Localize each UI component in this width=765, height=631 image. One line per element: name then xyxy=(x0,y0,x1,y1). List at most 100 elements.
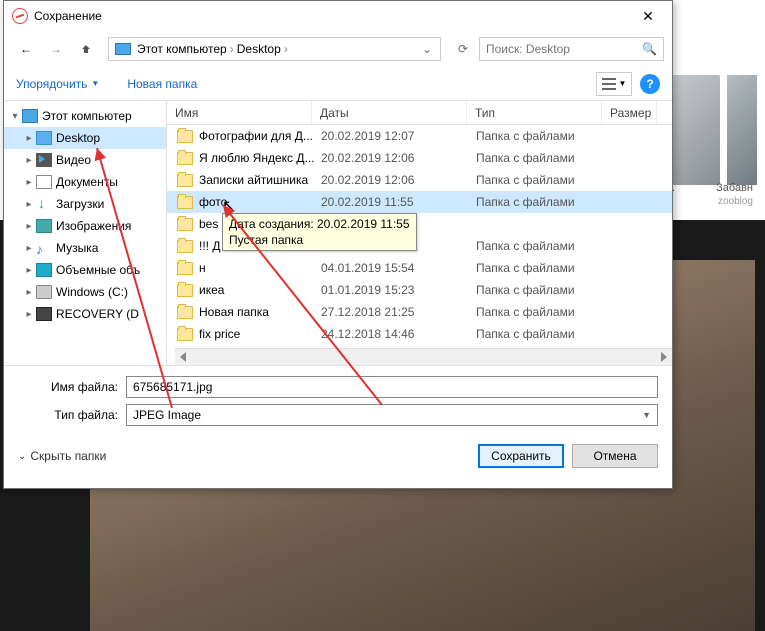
folder-icon xyxy=(177,130,193,143)
folder-icon xyxy=(177,328,193,341)
tree-label: Windows (C:) xyxy=(56,285,128,299)
hide-folders-toggle[interactable]: ⌄Скрыть папки xyxy=(18,449,106,463)
nav-forward-button[interactable]: → xyxy=(42,35,70,63)
file-row[interactable]: Фотографии для Д...20.02.2019 12:07Папка… xyxy=(167,125,672,147)
tree-item[interactable]: ▸ Desktop xyxy=(4,127,166,149)
cancel-button[interactable]: Отмена xyxy=(572,444,658,468)
img-icon xyxy=(36,219,52,233)
tree-item[interactable]: ▸Объемные объ xyxy=(4,259,166,281)
tree-item[interactable]: ▸ Windows (C:) xyxy=(4,281,166,303)
help-button[interactable]: ? xyxy=(640,74,660,94)
file-date: 01.01.2019 15:23 xyxy=(321,283,476,297)
file-date: 24.12.2018 14:46 xyxy=(321,327,476,341)
tree-item[interactable]: ▸RECOVERY (D xyxy=(4,303,166,325)
expand-icon[interactable]: ▸ xyxy=(22,287,36,298)
breadcrumb-item[interactable]: Desktop xyxy=(237,42,281,56)
file-date: 27.12.2018 21:25 xyxy=(321,305,476,319)
file-row[interactable]: fix price24.12.2018 14:46Папка с файлами xyxy=(167,323,672,345)
col-size[interactable]: Размер xyxy=(602,101,657,124)
expand-icon[interactable]: ▾ xyxy=(8,111,22,122)
new-folder-button[interactable]: Новая папка xyxy=(127,77,197,91)
chevron-down-icon: ⌄ xyxy=(18,451,26,462)
tree-item[interactable]: ▸ Документы xyxy=(4,171,166,193)
tree-item[interactable]: ▸Видео xyxy=(4,149,166,171)
desktop-icon xyxy=(36,131,52,145)
save-button[interactable]: Сохранить xyxy=(478,444,564,468)
file-row[interactable]: н04.01.2019 15:54Папка с файлами xyxy=(167,257,672,279)
folder-icon xyxy=(177,196,193,209)
file-date: 20.02.2019 12:06 xyxy=(321,173,476,187)
breadcrumb-item[interactable]: Этот компьютер xyxy=(137,42,227,56)
down-icon xyxy=(36,197,52,211)
nav-back-button[interactable]: ← xyxy=(12,35,40,63)
chevron-down-icon: ▼ xyxy=(91,79,99,88)
expand-icon[interactable]: ▸ xyxy=(22,309,36,320)
tree-label: Desktop xyxy=(56,131,100,145)
file-row[interactable]: Новая папка27.12.2018 21:25Папка с файла… xyxy=(167,301,672,323)
file-name: fix price xyxy=(199,327,321,341)
pc-icon xyxy=(115,43,131,55)
column-headers: Имя Даты Тип Размер xyxy=(167,101,672,125)
nav-row: ← → Этот компьютер › Desktop › ⌄ ⟳ 🔍 xyxy=(4,31,672,67)
bg-caption: Забавн xyxy=(716,182,753,194)
chevron-right-icon: › xyxy=(230,42,234,56)
search-input[interactable] xyxy=(486,42,642,56)
filename-input[interactable] xyxy=(126,376,658,398)
window-title: Сохранение xyxy=(34,9,628,23)
folder-icon xyxy=(177,218,193,231)
file-row[interactable]: Записки айтишника20.02.2019 12:06Папка с… xyxy=(167,169,672,191)
expand-icon[interactable]: ▸ xyxy=(22,221,36,232)
tree-item[interactable]: ▾ Этот компьютер xyxy=(4,105,166,127)
file-row[interactable]: Я люблю Яндекс Д...20.02.2019 12:06Папка… xyxy=(167,147,672,169)
chevron-down-icon: ▼ xyxy=(642,410,651,420)
search-field[interactable]: 🔍 xyxy=(479,37,664,61)
folder-icon xyxy=(177,152,193,165)
form-area: Имя файла: Тип файла: JPEG Image ▼ ⌄Скры… xyxy=(4,366,672,488)
tree-item[interactable]: ▸ Загрузки xyxy=(4,193,166,215)
chevron-right-icon: › xyxy=(284,42,288,56)
video-icon xyxy=(36,153,52,167)
expand-icon[interactable]: ▸ xyxy=(22,243,36,254)
file-type: Папка с файлами xyxy=(476,173,611,187)
tree-label: Загрузки xyxy=(56,197,104,211)
bg-caption: zooblog xyxy=(718,196,753,207)
file-type: Папка с файлами xyxy=(476,195,611,209)
folder-icon xyxy=(177,284,193,297)
file-date: 20.02.2019 12:06 xyxy=(321,151,476,165)
addr-dropdown[interactable]: ⌄ xyxy=(418,42,436,56)
address-bar[interactable]: Этот компьютер › Desktop › ⌄ xyxy=(108,37,441,61)
filetype-select[interactable]: JPEG Image ▼ xyxy=(126,404,658,426)
folder-icon xyxy=(177,174,193,187)
rec-icon xyxy=(36,307,52,321)
expand-icon[interactable]: ▸ xyxy=(22,265,36,276)
expand-icon[interactable]: ▸ xyxy=(22,133,36,144)
file-name: икеа xyxy=(199,283,321,297)
close-button[interactable]: ✕ xyxy=(628,2,668,30)
nav-up-button[interactable] xyxy=(72,35,100,63)
tooltip: Дата создания: 20.02.2019 11:55 Пустая п… xyxy=(222,213,417,251)
bg-thumb2 xyxy=(727,75,757,185)
file-type: Папка с файлами xyxy=(476,327,611,341)
expand-icon[interactable]: ▸ xyxy=(22,155,36,166)
file-name: н xyxy=(199,261,321,275)
expand-icon[interactable]: ▸ xyxy=(22,177,36,188)
tree-item[interactable]: ▸Музыка xyxy=(4,237,166,259)
tree-label: Этот компьютер xyxy=(42,109,132,123)
file-name: Записки айтишника xyxy=(199,173,321,187)
file-type: Папка с файлами xyxy=(476,129,611,143)
tree-item[interactable]: ▸Изображения xyxy=(4,215,166,237)
file-row[interactable]: икеа01.01.2019 15:23Папка с файлами xyxy=(167,279,672,301)
col-name[interactable]: Имя xyxy=(167,101,312,124)
h-scrollbar[interactable] xyxy=(175,348,672,365)
filename-label: Имя файла: xyxy=(18,380,126,394)
view-menu[interactable]: ▼ xyxy=(596,72,632,96)
col-date[interactable]: Даты xyxy=(312,101,467,124)
col-type[interactable]: Тип xyxy=(467,101,602,124)
file-row[interactable]: фото20.02.2019 11:55Папка с файлами xyxy=(167,191,672,213)
refresh-button[interactable]: ⟳ xyxy=(449,37,477,61)
organize-menu[interactable]: Упорядочить▼ xyxy=(16,77,99,91)
expand-icon[interactable]: ▸ xyxy=(22,199,36,210)
filetype-label: Тип файла: xyxy=(18,408,126,422)
search-icon: 🔍 xyxy=(642,42,657,56)
tree-label: Документы xyxy=(56,175,118,189)
